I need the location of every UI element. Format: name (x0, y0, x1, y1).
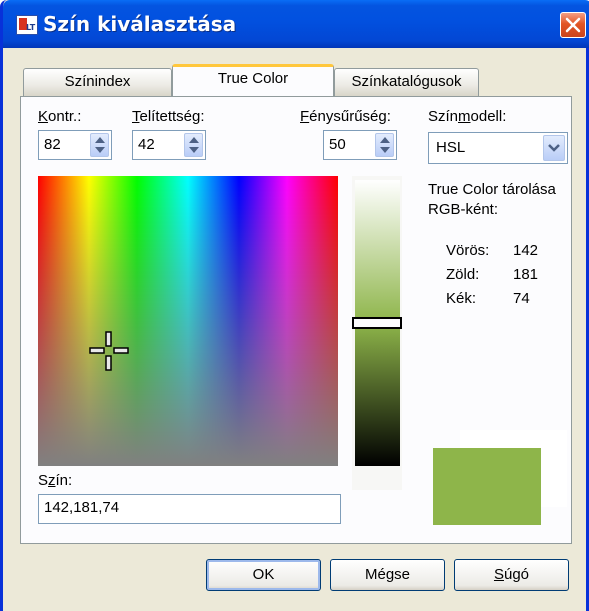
contrast-label: Kontr.: (38, 108, 82, 125)
info-line-2: RGB-ként: (428, 201, 499, 218)
color-model-select[interactable]: HSL (428, 132, 568, 164)
luminance-spinner[interactable]: 50 (323, 130, 397, 160)
new-color-swatch (433, 448, 541, 525)
color-field-label: Szín: (38, 472, 73, 489)
saturation-value: 42 (138, 136, 155, 153)
spin-up-icon (189, 137, 199, 143)
hue-saturation-field[interactable] (38, 176, 338, 466)
ok-button[interactable]: OK (206, 559, 321, 591)
cancel-button[interactable]: Mégse (330, 559, 445, 591)
color-model-value: HSL (436, 139, 466, 156)
luminance-label: Fénysűrűség: (300, 108, 391, 125)
color-value-input[interactable]: 142,181,74 (38, 494, 341, 524)
green-value: 181 (513, 266, 539, 283)
red-label: Vörös: (446, 242, 490, 259)
crosshair-icon[interactable] (89, 331, 129, 371)
dropdown-button[interactable] (543, 135, 565, 161)
spin-up-icon (95, 137, 105, 143)
green-label: Zöld: (446, 266, 480, 283)
spin-down-icon (380, 147, 390, 153)
color-model-label: Színmodell: (428, 108, 507, 125)
spin-down-icon (95, 147, 105, 153)
chevron-down-icon (548, 144, 560, 152)
luminance-value: 50 (329, 136, 346, 153)
saturation-spin-buttons[interactable] (184, 133, 203, 157)
luminance-spin-buttons[interactable] (375, 133, 394, 157)
luminance-slider-handle[interactable] (352, 317, 402, 329)
saturation-label: Telítettség: (132, 108, 205, 125)
contrast-spinner[interactable]: 82 (38, 130, 112, 160)
blue-value: 74 (513, 290, 530, 307)
blue-label: Kék: (446, 290, 477, 307)
red-value: 142 (513, 242, 539, 259)
contrast-spin-buttons[interactable] (90, 133, 109, 157)
info-line-1: True Color tárolása (428, 181, 556, 198)
contrast-value: 82 (44, 136, 61, 153)
saturation-spinner[interactable]: 42 (132, 130, 206, 160)
help-button[interactable]: Súgó (454, 559, 569, 591)
spin-down-icon (189, 147, 199, 153)
spin-up-icon (380, 137, 390, 143)
